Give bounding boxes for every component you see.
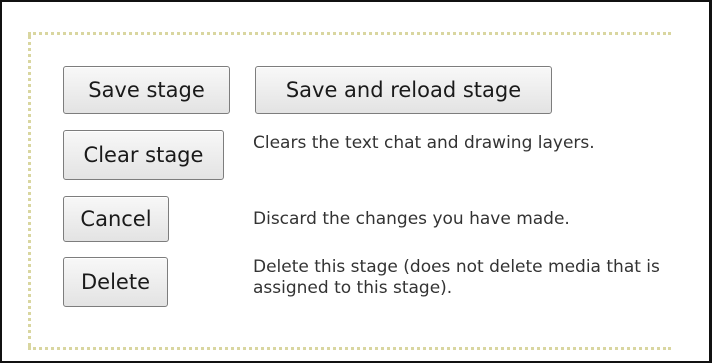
dotted-divider-top — [28, 32, 671, 35]
delete-button[interactable]: Delete — [63, 257, 168, 307]
dotted-divider-bottom — [28, 347, 671, 350]
delete-description: Delete this stage (does not delete media… — [253, 257, 660, 298]
cancel-button[interactable]: Cancel — [63, 196, 169, 242]
cancel-description: Discard the changes you have made. — [253, 209, 570, 229]
stage-actions-panel: Save stage Save and reload stage Clear s… — [0, 0, 712, 363]
save-stage-button[interactable]: Save stage — [63, 66, 230, 114]
dotted-divider-left — [28, 35, 31, 347]
save-and-reload-stage-button[interactable]: Save and reload stage — [255, 66, 552, 114]
clear-stage-description: Clears the text chat and drawing layers. — [253, 133, 595, 153]
clear-stage-button[interactable]: Clear stage — [63, 130, 224, 180]
